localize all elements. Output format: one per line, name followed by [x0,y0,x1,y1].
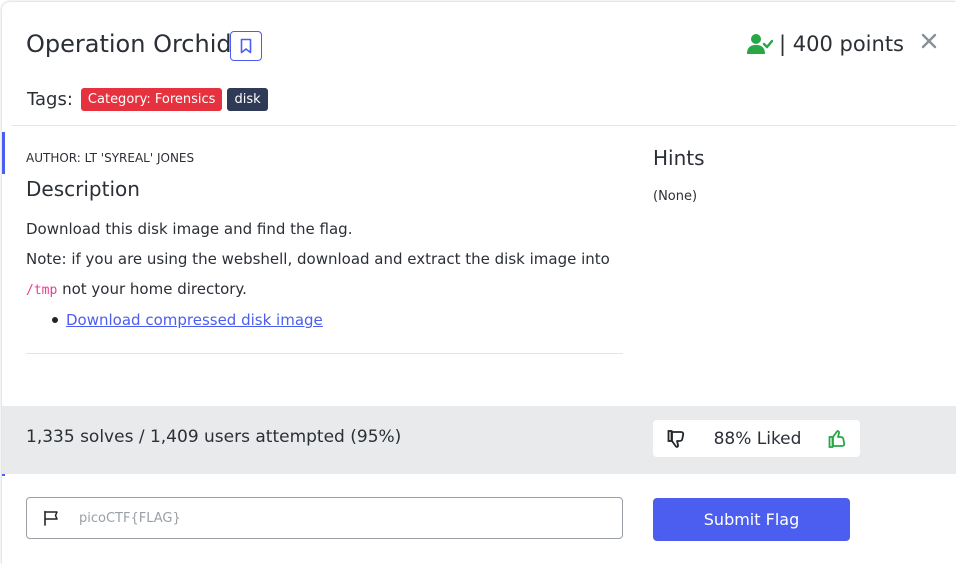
description-heading: Description [26,177,140,201]
left-accent-bar [2,132,5,174]
points-text: | 400 points [778,32,904,56]
flag-input-container [26,497,623,539]
description-note-rest: not your home directory. [57,280,247,298]
description-note-continued: /tmp not your home directory. [26,280,247,298]
challenge-modal: Operation Orchid | 400 points Tags: Cate… [2,2,956,564]
likes-widget: 88% Liked [653,420,860,457]
thumbs-down-button[interactable] [667,429,687,449]
hints-heading: Hints [653,146,705,170]
description-divider [26,353,623,354]
challenge-title: Operation Orchid [26,30,232,58]
liked-percentage: 88% Liked [713,428,802,449]
thumbs-up-button[interactable] [828,429,848,449]
header-divider [12,125,956,126]
solves-text: 1,335 solves / 1,409 users attempted (95… [26,427,402,447]
download-list: Download compressed disk image [52,311,323,329]
thumbs-up-icon [828,429,848,449]
tags-label: Tags: [27,89,73,110]
submit-flag-button[interactable]: Submit Flag [653,498,850,541]
flag-icon [43,510,59,526]
description-note: Note: if you are using the webshell, dow… [26,250,610,268]
description-text: Download this disk image and find the fl… [26,220,353,238]
close-button[interactable] [918,30,940,52]
tag-badge: disk [227,88,268,111]
tags-row: Tags: Category: Forensics disk [27,88,273,111]
bookmark-icon [240,38,252,54]
tmp-code: /tmp [26,283,58,298]
flag-input[interactable] [77,509,622,527]
points-display: | 400 points [746,32,904,56]
download-link[interactable]: Download compressed disk image [66,311,323,329]
close-icon [921,33,937,49]
hints-value: (None) [653,189,698,204]
author-line: AUTHOR: LT 'SYREAL' JONES [26,151,195,165]
user-check-icon [746,33,773,55]
list-bullet [52,317,58,323]
category-badge: Category: Forensics [80,88,223,111]
thumbs-down-icon [667,429,687,449]
bookmark-button[interactable] [230,31,262,61]
